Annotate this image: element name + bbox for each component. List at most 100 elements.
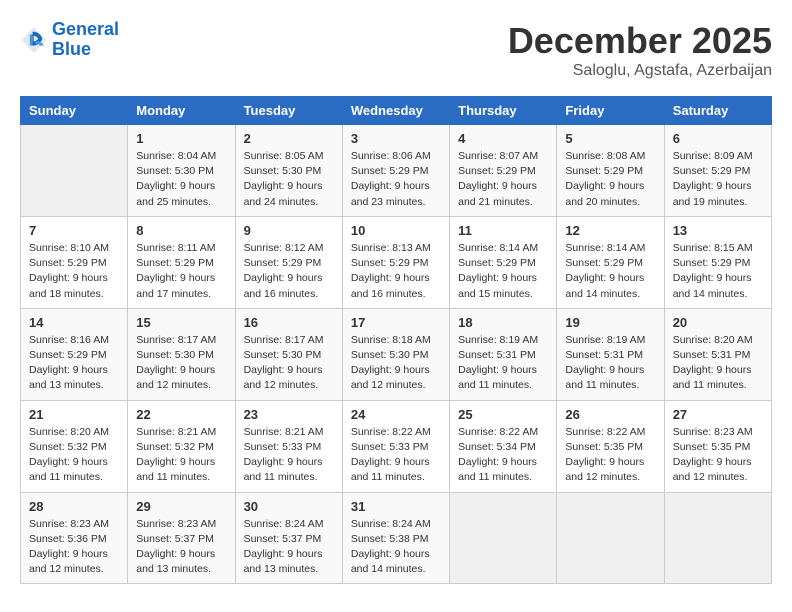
day-info: Sunrise: 8:04 AM Sunset: 5:30 PM Dayligh… [136,149,226,210]
day-number: 2 [244,131,334,146]
day-info: Sunrise: 8:14 AM Sunset: 5:29 PM Dayligh… [458,241,548,302]
day-info: Sunrise: 8:10 AM Sunset: 5:29 PM Dayligh… [29,241,119,302]
day-info: Sunrise: 8:17 AM Sunset: 5:30 PM Dayligh… [244,333,334,394]
calendar-cell: 26Sunrise: 8:22 AM Sunset: 5:35 PM Dayli… [557,400,664,492]
day-info: Sunrise: 8:13 AM Sunset: 5:29 PM Dayligh… [351,241,441,302]
calendar-cell: 14 Sunrise: 8:16 AM Sunset: 5:29 PM Dayli… [21,308,128,400]
calendar-cell: 13 Sunrise: 8:15 AM Sunset: 5:29 PM Dayli… [664,216,771,308]
calendar-cell: 30Sunrise: 8:24 AM Sunset: 5:37 PM Dayli… [235,492,342,584]
day-info: Sunrise: 8:15 AM Sunset: 5:29 PM Dayligh… [673,241,763,302]
calendar-cell: 29 Sunrise: 8:23 AM Sunset: 5:37 PM Dayli… [128,492,235,584]
logo-icon [20,26,48,54]
calendar-cell: 18 Sunrise: 8:19 AM Sunset: 5:31 PM Dayli… [450,308,557,400]
day-info: Sunrise: 8:07 AM Sunset: 5:29 PM Dayligh… [458,149,548,210]
day-info: Sunrise: 8:16 AM Sunset: 5:29 PM Dayligh… [29,333,119,394]
day-number: 21 [29,407,119,422]
day-info: Sunrise: 8:23 AM Sunset: 5:35 PM Dayligh… [673,425,763,486]
day-number: 11 [458,223,548,238]
day-info: Sunrise: 8:23 AM Sunset: 5:37 PM Dayligh… [136,517,226,578]
location-subtitle: Saloglu, Agstafa, Azerbaijan [508,62,772,80]
calendar-cell: 22 Sunrise: 8:21 AM Sunset: 5:32 PM Dayli… [128,400,235,492]
calendar-cell: 27 Sunrise: 8:23 AM Sunset: 5:35 PM Dayli… [664,400,771,492]
day-number: 4 [458,131,548,146]
day-info: Sunrise: 8:14 AM Sunset: 5:29 PM Dayligh… [565,241,655,302]
calendar-cell [664,492,771,584]
logo-line2: Blue [52,39,91,59]
day-number: 3 [351,131,441,146]
calendar-cell: 6Sunrise: 8:09 AM Sunset: 5:29 PM Daylig… [664,125,771,217]
calendar-week-4: 21Sunrise: 8:20 AM Sunset: 5:32 PM Dayli… [21,400,772,492]
logo-text: General Blue [52,20,119,60]
day-number: 13 [673,223,763,238]
calendar-cell: 1 Sunrise: 8:04 AM Sunset: 5:30 PM Daylig… [128,125,235,217]
day-info: Sunrise: 8:19 AM Sunset: 5:31 PM Dayligh… [458,333,548,394]
day-number: 14 [29,315,119,330]
calendar-cell: 4 Sunrise: 8:07 AM Sunset: 5:29 PM Daylig… [450,125,557,217]
calendar-cell: 24Sunrise: 8:22 AM Sunset: 5:33 PM Dayli… [342,400,449,492]
day-number: 19 [565,315,655,330]
header-sunday: Sunday [21,97,128,125]
day-number: 29 [136,499,226,514]
calendar-cell: 28 Sunrise: 8:23 AM Sunset: 5:36 PM Dayli… [21,492,128,584]
calendar-cell: 7 Sunrise: 8:10 AM Sunset: 5:29 PM Daylig… [21,216,128,308]
day-number: 10 [351,223,441,238]
day-info: Sunrise: 8:11 AM Sunset: 5:29 PM Dayligh… [136,241,226,302]
day-info: Sunrise: 8:22 AM Sunset: 5:35 PM Dayligh… [565,425,655,486]
day-number: 27 [673,407,763,422]
calendar-cell: 25Sunrise: 8:22 AM Sunset: 5:34 PM Dayli… [450,400,557,492]
calendar-cell: 15 Sunrise: 8:17 AM Sunset: 5:30 PM Dayli… [128,308,235,400]
month-title: December 2025 [508,20,772,62]
day-number: 9 [244,223,334,238]
calendar-cell: 23 Sunrise: 8:21 AM Sunset: 5:33 PM Dayli… [235,400,342,492]
calendar-table: SundayMondayTuesdayWednesdayThursdayFrid… [20,96,772,584]
calendar-cell [557,492,664,584]
calendar-cell: 3 Sunrise: 8:06 AM Sunset: 5:29 PM Daylig… [342,125,449,217]
logo: General Blue [20,20,119,60]
day-info: Sunrise: 8:18 AM Sunset: 5:30 PM Dayligh… [351,333,441,394]
day-info: Sunrise: 8:21 AM Sunset: 5:33 PM Dayligh… [244,425,334,486]
calendar-cell: 31Sunrise: 8:24 AM Sunset: 5:38 PM Dayli… [342,492,449,584]
day-number: 20 [673,315,763,330]
day-info: Sunrise: 8:19 AM Sunset: 5:31 PM Dayligh… [565,333,655,394]
calendar-cell: 19 Sunrise: 8:19 AM Sunset: 5:31 PM Dayli… [557,308,664,400]
day-number: 1 [136,131,226,146]
logo-line1: General [52,19,119,39]
page-header: General Blue December 2025 Saloglu, Agst… [20,20,772,80]
calendar-cell: 8 Sunrise: 8:11 AM Sunset: 5:29 PM Daylig… [128,216,235,308]
header-tuesday: Tuesday [235,97,342,125]
day-number: 12 [565,223,655,238]
day-info: Sunrise: 8:12 AM Sunset: 5:29 PM Dayligh… [244,241,334,302]
day-number: 31 [351,499,441,514]
day-info: Sunrise: 8:06 AM Sunset: 5:29 PM Dayligh… [351,149,441,210]
day-number: 6 [673,131,763,146]
day-number: 16 [244,315,334,330]
calendar-cell: 21Sunrise: 8:20 AM Sunset: 5:32 PM Dayli… [21,400,128,492]
calendar-cell: 16 Sunrise: 8:17 AM Sunset: 5:30 PM Dayli… [235,308,342,400]
day-number: 5 [565,131,655,146]
header-saturday: Saturday [664,97,771,125]
day-info: Sunrise: 8:21 AM Sunset: 5:32 PM Dayligh… [136,425,226,486]
day-info: Sunrise: 8:20 AM Sunset: 5:31 PM Dayligh… [673,333,763,394]
calendar-header-row: SundayMondayTuesdayWednesdayThursdayFrid… [21,97,772,125]
day-number: 8 [136,223,226,238]
header-thursday: Thursday [450,97,557,125]
calendar-cell: 20 Sunrise: 8:20 AM Sunset: 5:31 PM Dayli… [664,308,771,400]
day-number: 18 [458,315,548,330]
day-number: 22 [136,407,226,422]
calendar-week-5: 28 Sunrise: 8:23 AM Sunset: 5:36 PM Dayli… [21,492,772,584]
day-info: Sunrise: 8:05 AM Sunset: 5:30 PM Dayligh… [244,149,334,210]
day-info: Sunrise: 8:17 AM Sunset: 5:30 PM Dayligh… [136,333,226,394]
calendar-cell: 9 Sunrise: 8:12 AM Sunset: 5:29 PM Daylig… [235,216,342,308]
day-info: Sunrise: 8:23 AM Sunset: 5:36 PM Dayligh… [29,517,119,578]
header-wednesday: Wednesday [342,97,449,125]
day-info: Sunrise: 8:08 AM Sunset: 5:29 PM Dayligh… [565,149,655,210]
calendar-week-1: 1 Sunrise: 8:04 AM Sunset: 5:30 PM Daylig… [21,125,772,217]
calendar-cell: 12 Sunrise: 8:14 AM Sunset: 5:29 PM Dayli… [557,216,664,308]
day-number: 23 [244,407,334,422]
header-monday: Monday [128,97,235,125]
day-number: 28 [29,499,119,514]
day-number: 15 [136,315,226,330]
day-number: 30 [244,499,334,514]
calendar-cell: 10 Sunrise: 8:13 AM Sunset: 5:29 PM Dayli… [342,216,449,308]
day-number: 7 [29,223,119,238]
